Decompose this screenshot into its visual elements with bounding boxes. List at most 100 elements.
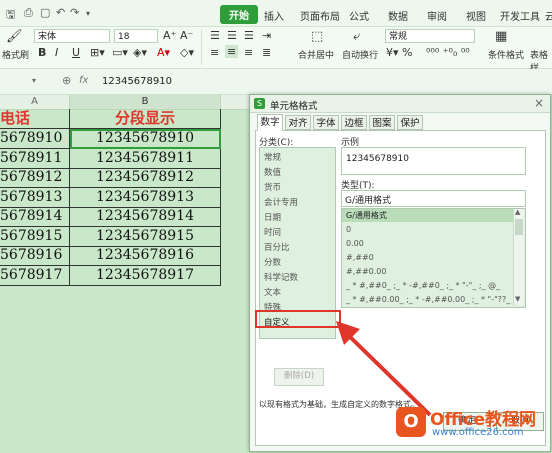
name-box-dropdown-icon[interactable]: ▾ (32, 76, 36, 85)
category-item[interactable]: 文本 (264, 286, 281, 298)
dialog-tab-0[interactable]: 数字 (257, 114, 283, 131)
justify-icon[interactable]: ≣ (262, 46, 271, 59)
font-size-select[interactable]: 18 (114, 29, 158, 43)
tab-developer[interactable]: 开发工具 (500, 8, 540, 23)
cell-b3[interactable]: 12345678911 (70, 148, 221, 169)
format-painter-icon[interactable]: 🖌 (6, 29, 23, 44)
tab-start[interactable]: 开始 (220, 5, 258, 24)
conditional-format-button[interactable]: 条件格式 (488, 48, 524, 61)
print-icon[interactable]: ⎙ (24, 6, 33, 20)
cell-a3[interactable]: 5678911 (0, 148, 70, 169)
format-item[interactable]: 0.00 (342, 237, 516, 250)
format-list-scrollbar[interactable]: ▲ ▼ (513, 208, 524, 305)
category-item[interactable]: 数值 (264, 166, 281, 178)
tab-data[interactable]: 数据 (388, 8, 408, 23)
dialog-tab-3[interactable]: 边框 (341, 115, 367, 130)
format-item[interactable]: _ * #,##0_ ;_ * -#,##0_ ;_ * "-"_ ;_ @_ (342, 279, 516, 292)
cell-a1[interactable]: 电话 (0, 109, 70, 129)
align-right-icon[interactable]: ≡ (244, 46, 253, 59)
cell-b5[interactable]: 12345678913 (70, 187, 221, 208)
cell-b4[interactable]: 12345678912 (70, 168, 221, 188)
border-icon[interactable]: ⊞▾ (90, 46, 105, 59)
category-item[interactable]: 百分比 (264, 241, 290, 253)
type-input[interactable]: G/通用格式 (341, 190, 526, 207)
font-name-select[interactable]: 宋体 (34, 29, 110, 43)
cell-b1[interactable]: 分段显示 (70, 109, 221, 129)
delete-button[interactable]: 删除(D) (274, 368, 324, 386)
format-item[interactable]: G/通用格式 (342, 209, 516, 222)
undo-icon[interactable]: ↶ (56, 6, 65, 19)
fx-icon[interactable]: fx (79, 75, 88, 86)
cell-a5[interactable]: 5678913 (0, 187, 70, 208)
scroll-up-icon[interactable]: ▲ (515, 208, 520, 216)
category-item[interactable]: 常规 (264, 151, 281, 163)
merge-icon[interactable]: ⬚ (311, 29, 323, 44)
column-header-a[interactable]: A (0, 95, 70, 110)
category-item[interactable]: 货币 (264, 181, 281, 193)
underline-button[interactable]: U (72, 46, 80, 59)
grow-font-icon[interactable]: A⁺ (163, 29, 176, 42)
column-header-b[interactable]: B (70, 95, 221, 110)
cell-a7[interactable]: 5678915 (0, 226, 70, 247)
category-item[interactable]: 日期 (264, 211, 281, 223)
currency-icon[interactable]: ¥▾ % (386, 46, 412, 59)
tab-formula[interactable]: 公式 (349, 8, 369, 23)
cell-b7[interactable]: 12345678915 (70, 226, 221, 247)
italic-button[interactable]: I (55, 46, 58, 59)
dialog-tab-5[interactable]: 保护 (397, 115, 423, 130)
tab-insert[interactable]: 插入 (264, 8, 284, 23)
category-item[interactable]: 分数 (264, 256, 281, 268)
cell-a4[interactable]: 5678912 (0, 168, 70, 188)
format-item[interactable]: 0 (342, 223, 516, 236)
tab-cloud[interactable]: 云 (545, 8, 552, 23)
clear-format-icon[interactable]: ◇▾ (180, 46, 194, 59)
cell-a6[interactable]: 5678914 (0, 207, 70, 227)
tab-review[interactable]: 审阅 (427, 8, 447, 23)
cell-a8[interactable]: 5678916 (0, 246, 70, 266)
scroll-thumb[interactable] (515, 219, 523, 235)
dialog-tab-4[interactable]: 图案 (369, 115, 395, 130)
cell-b6[interactable]: 12345678914 (70, 207, 221, 227)
tab-view[interactable]: 视图 (466, 8, 486, 23)
formula-input[interactable]: 12345678910 (102, 76, 172, 87)
align-top-icon[interactable]: ☰ (210, 29, 220, 42)
align-bottom-icon[interactable]: ☰ (244, 29, 254, 42)
merge-center-button[interactable]: 合并居中 (298, 48, 334, 61)
category-item[interactable]: 会计专用 (264, 196, 298, 208)
format-item[interactable]: #,##0.00 (342, 265, 516, 278)
column-header-c[interactable] (221, 95, 250, 110)
format-item[interactable]: #,##0 (342, 251, 516, 264)
cell-a9[interactable]: 5678917 (0, 265, 70, 286)
redo-icon[interactable]: ↷ (70, 6, 79, 19)
bold-button[interactable]: B (38, 46, 46, 59)
cell-a2[interactable]: 5678910 (0, 129, 70, 149)
thousands-icon[interactable]: ⁰⁰⁰ ⁺⁰₀ ⁰⁰ (426, 46, 470, 59)
wrap-icon[interactable]: ⤶ (353, 29, 360, 44)
fill-color-icon[interactable]: ▭▾ (112, 46, 128, 59)
indent-icon[interactable]: ⇥ (262, 29, 271, 42)
conditional-format-icon[interactable]: ▦ (495, 29, 507, 44)
align-left-icon[interactable]: ≡ (210, 46, 219, 59)
category-item[interactable]: 科学记数 (264, 271, 298, 283)
cell-b2[interactable]: 12345678910 (70, 129, 221, 149)
paint-bucket-icon[interactable]: ◈▾ (133, 46, 147, 59)
number-format-select[interactable]: 常规 (385, 29, 475, 43)
category-item[interactable]: 时间 (264, 226, 281, 238)
tab-page-layout[interactable]: 页面布局 (300, 8, 340, 23)
dialog-tab-2[interactable]: 字体 (313, 115, 339, 130)
font-color-icon[interactable]: A▾ (157, 46, 170, 59)
wrap-text-button[interactable]: 自动换行 (342, 48, 378, 61)
zoom-icon[interactable]: ⊕ (62, 74, 71, 87)
close-icon[interactable]: × (534, 96, 544, 110)
align-center-icon[interactable]: ≡ (225, 45, 239, 58)
format-painter-button[interactable]: 格式刷 (2, 48, 29, 61)
shrink-font-icon[interactable]: A⁻ (180, 29, 193, 42)
align-middle-icon[interactable]: ☰ (227, 29, 237, 42)
save-icon[interactable]: 🖫 (6, 6, 15, 25)
dialog-tab-1[interactable]: 对齐 (285, 115, 311, 130)
cell-b9[interactable]: 12345678917 (70, 265, 221, 286)
format-list[interactable]: G/通用格式 0 0.00 #,##0 #,##0.00 _ * #,##0_ ;_ * … (341, 208, 526, 308)
cell-b8[interactable]: 12345678916 (70, 246, 221, 266)
preview-icon[interactable]: ▢ (40, 6, 50, 19)
scroll-down-icon[interactable]: ▼ (515, 295, 520, 303)
